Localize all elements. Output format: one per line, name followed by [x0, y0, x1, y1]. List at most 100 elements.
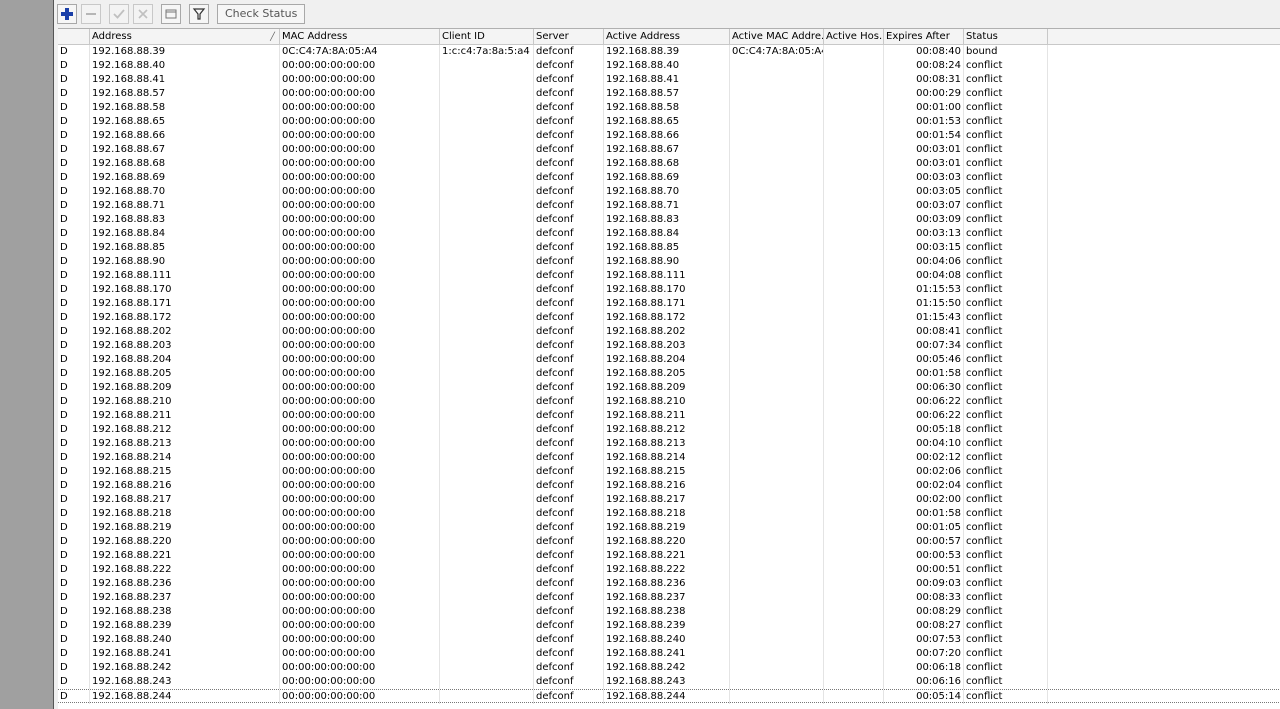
- table-row[interactable]: D 192.168.88.240 00:00:00:00:00:00 defconf 1…: [58, 633, 1280, 647]
- table-row[interactable]: D 192.168.88.236 00:00:00:00:00:00 defconf 1…: [58, 577, 1280, 591]
- table-row[interactable]: D 192.168.88.58 00:00:00:00:00:00 defconf 19…: [58, 101, 1280, 115]
- column-header-server[interactable]: Server: [534, 29, 604, 44]
- table-row[interactable]: D 192.168.88.244 00:00:00:00:00:00 defconf 1…: [58, 689, 1280, 704]
- cell-address: 192.168.88.216: [90, 479, 280, 493]
- column-header-active-address[interactable]: Active Address: [604, 29, 730, 44]
- check-status-button[interactable]: Check Status: [217, 4, 306, 24]
- table-row[interactable]: D 192.168.88.67 00:00:00:00:00:00 defconf 19…: [58, 143, 1280, 157]
- table-row[interactable]: D 192.168.88.39 0C:C4:7A:8A:05:A4 1:c:c4:7a…: [58, 45, 1280, 59]
- cell-expires: 00:08:41: [884, 325, 964, 339]
- table-row[interactable]: D 192.168.88.222 00:00:00:00:00:00 defconf 1…: [58, 563, 1280, 577]
- table-row[interactable]: D 192.168.88.239 00:00:00:00:00:00 defconf 1…: [58, 619, 1280, 633]
- cell-mac: 00:00:00:00:00:00: [280, 171, 440, 185]
- cell-active-host: [824, 647, 884, 661]
- table-row[interactable]: D 192.168.88.213 00:00:00:00:00:00 defconf 1…: [58, 437, 1280, 451]
- cell-client-id: [440, 269, 534, 283]
- cell-active-mac: [730, 297, 824, 311]
- table-row[interactable]: D 192.168.88.65 00:00:00:00:00:00 defconf 19…: [58, 115, 1280, 129]
- cell-flag: D: [58, 129, 90, 143]
- filter-button[interactable]: [189, 4, 209, 24]
- cell-client-id: [440, 325, 534, 339]
- table-row[interactable]: D 192.168.88.171 00:00:00:00:00:00 defconf 1…: [58, 297, 1280, 311]
- cell-client-id: [440, 171, 534, 185]
- cell-active-host: [824, 675, 884, 689]
- column-header-address[interactable]: Address ╱: [90, 29, 280, 44]
- table-row[interactable]: D 192.168.88.204 00:00:00:00:00:00 defconf 1…: [58, 353, 1280, 367]
- table-row[interactable]: D 192.168.88.111 00:00:00:00:00:00 defconf 1…: [58, 269, 1280, 283]
- cell-client-id: [440, 465, 534, 479]
- table-row[interactable]: D 192.168.88.205 00:00:00:00:00:00 defconf 1…: [58, 367, 1280, 381]
- cell-status: conflict: [964, 409, 1048, 423]
- cell-expires: 00:03:13: [884, 227, 964, 241]
- table-row[interactable]: D 192.168.88.216 00:00:00:00:00:00 defconf 1…: [58, 479, 1280, 493]
- cell-flag: D: [58, 101, 90, 115]
- cell-status: conflict: [964, 353, 1048, 367]
- table-row[interactable]: D 192.168.88.238 00:00:00:00:00:00 defconf 1…: [58, 605, 1280, 619]
- table-row[interactable]: D 192.168.88.84 00:00:00:00:00:00 defconf 19…: [58, 227, 1280, 241]
- cell-flag: D: [58, 213, 90, 227]
- cell-expires: 00:04:08: [884, 269, 964, 283]
- table-row[interactable]: D 192.168.88.241 00:00:00:00:00:00 defconf 1…: [58, 647, 1280, 661]
- column-header-status[interactable]: Status: [964, 29, 1048, 44]
- column-header-active-host[interactable]: Active Hos...: [824, 29, 884, 44]
- cell-client-id: [440, 563, 534, 577]
- table-row[interactable]: D 192.168.88.40 00:00:00:00:00:00 defconf 19…: [58, 59, 1280, 73]
- column-header-expires[interactable]: Expires After: [884, 29, 964, 44]
- cell-server: defconf: [534, 213, 604, 227]
- cell-expires: 00:02:12: [884, 451, 964, 465]
- table-row[interactable]: D 192.168.88.243 00:00:00:00:00:00 defconf 1…: [58, 675, 1280, 689]
- table-row[interactable]: D 192.168.88.71 00:00:00:00:00:00 defconf 19…: [58, 199, 1280, 213]
- cell-active-host: [824, 241, 884, 255]
- table-row[interactable]: D 192.168.88.209 00:00:00:00:00:00 defconf 1…: [58, 381, 1280, 395]
- table-row[interactable]: D 192.168.88.57 00:00:00:00:00:00 defconf 19…: [58, 87, 1280, 101]
- table-row[interactable]: D 192.168.88.203 00:00:00:00:00:00 defconf 1…: [58, 339, 1280, 353]
- table-row[interactable]: D 192.168.88.41 00:00:00:00:00:00 defconf 19…: [58, 73, 1280, 87]
- minus-icon: [86, 13, 96, 15]
- cell-client-id: [440, 73, 534, 87]
- table-row[interactable]: D 192.168.88.211 00:00:00:00:00:00 defconf 1…: [58, 409, 1280, 423]
- cell-expires: 00:06:18: [884, 661, 964, 675]
- table-row[interactable]: D 192.168.88.217 00:00:00:00:00:00 defconf 1…: [58, 493, 1280, 507]
- remove-button[interactable]: [81, 4, 101, 24]
- table-row[interactable]: D 192.168.88.219 00:00:00:00:00:00 defconf 1…: [58, 521, 1280, 535]
- table-row[interactable]: D 192.168.88.242 00:00:00:00:00:00 defconf 1…: [58, 661, 1280, 675]
- table-row[interactable]: D 192.168.88.70 00:00:00:00:00:00 defconf 19…: [58, 185, 1280, 199]
- cell-mac: 00:00:00:00:00:00: [280, 269, 440, 283]
- comment-button[interactable]: [161, 4, 181, 24]
- table-row[interactable]: D 192.168.88.83 00:00:00:00:00:00 defconf 19…: [58, 213, 1280, 227]
- table-row[interactable]: D 192.168.88.210 00:00:00:00:00:00 defconf 1…: [58, 395, 1280, 409]
- table-row[interactable]: D 192.168.88.172 00:00:00:00:00:00 defconf 1…: [58, 311, 1280, 325]
- column-header-mac[interactable]: MAC Address: [280, 29, 440, 44]
- table-row[interactable]: D 192.168.88.220 00:00:00:00:00:00 defconf 1…: [58, 535, 1280, 549]
- table-row[interactable]: D 192.168.88.237 00:00:00:00:00:00 defconf 1…: [58, 591, 1280, 605]
- cell-server: defconf: [534, 633, 604, 647]
- add-button[interactable]: [57, 4, 77, 24]
- enable-button[interactable]: [109, 4, 129, 24]
- cell-active-mac: [730, 437, 824, 451]
- column-header-active-mac[interactable]: Active MAC Addre...: [730, 29, 824, 44]
- table-row[interactable]: D 192.168.88.202 00:00:00:00:00:00 defconf 1…: [58, 325, 1280, 339]
- table-row[interactable]: D 192.168.88.214 00:00:00:00:00:00 defconf 1…: [58, 451, 1280, 465]
- cell-server: defconf: [534, 577, 604, 591]
- column-header-flag[interactable]: [58, 29, 90, 44]
- table-row[interactable]: D 192.168.88.170 00:00:00:00:00:00 defconf 1…: [58, 283, 1280, 297]
- table-row[interactable]: D 192.168.88.90 00:00:00:00:00:00 defconf 19…: [58, 255, 1280, 269]
- cell-status: conflict: [964, 297, 1048, 311]
- cell-mac: 0C:C4:7A:8A:05:A4: [280, 45, 440, 59]
- cell-address: 192.168.88.69: [90, 171, 280, 185]
- cell-address: 192.168.88.222: [90, 563, 280, 577]
- table-row[interactable]: D 192.168.88.212 00:00:00:00:00:00 defconf 1…: [58, 423, 1280, 437]
- cell-flag: D: [58, 339, 90, 353]
- table-row[interactable]: D 192.168.88.215 00:00:00:00:00:00 defconf 1…: [58, 465, 1280, 479]
- table-row[interactable]: D 192.168.88.85 00:00:00:00:00:00 defconf 19…: [58, 241, 1280, 255]
- column-header-client-id[interactable]: Client ID: [440, 29, 534, 44]
- table-row[interactable]: D 192.168.88.68 00:00:00:00:00:00 defconf 19…: [58, 157, 1280, 171]
- table-row[interactable]: D 192.168.88.221 00:00:00:00:00:00 defconf 1…: [58, 549, 1280, 563]
- cell-address: 192.168.88.41: [90, 73, 280, 87]
- table-row[interactable]: D 192.168.88.218 00:00:00:00:00:00 defconf 1…: [58, 507, 1280, 521]
- disable-button[interactable]: [133, 4, 153, 24]
- cell-active-mac: [730, 395, 824, 409]
- table-row[interactable]: D 192.168.88.69 00:00:00:00:00:00 defconf 19…: [58, 171, 1280, 185]
- table-row[interactable]: D 192.168.88.66 00:00:00:00:00:00 defconf 19…: [58, 129, 1280, 143]
- cell-expires: 00:02:00: [884, 493, 964, 507]
